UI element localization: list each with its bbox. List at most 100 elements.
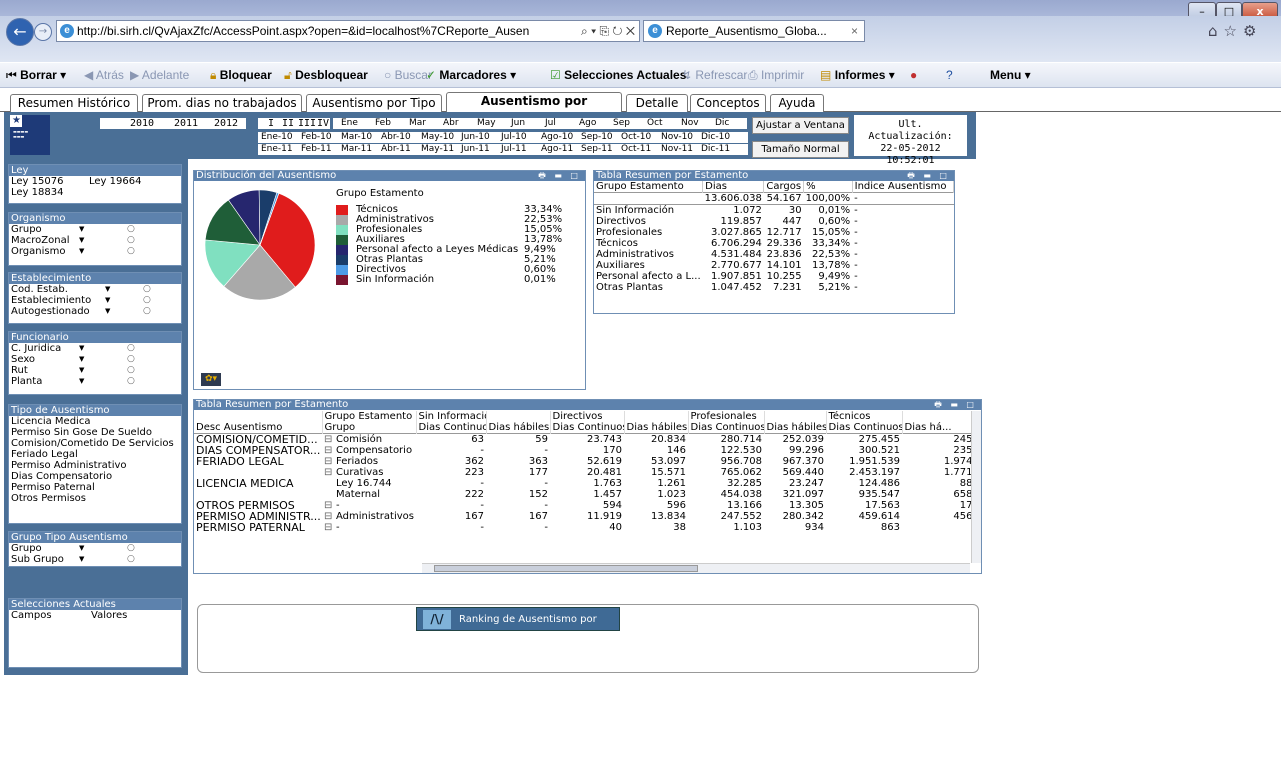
month-year-jun-11[interactable]: Jun-11 xyxy=(461,144,490,155)
month-feb[interactable]: Feb xyxy=(375,118,391,129)
normal-size-button[interactable]: Tamaño Normal xyxy=(752,141,849,158)
organismo-organismo[interactable]: Organismo ▼ ○ xyxy=(9,246,181,257)
table-row[interactable]: Maternal 222 152 1.457 1.023 454.038 321.097 93… xyxy=(194,489,972,500)
month-jun[interactable]: Jun xyxy=(511,118,525,129)
month-year-listbox-2010[interactable]: Ene-10 Feb-10 Mar-10 Abr-10 May-10 Jun-10 Jul-… xyxy=(258,132,748,143)
month-year-listbox-2011[interactable]: Ene-11 Feb-11 Mar-11 Abr-11 May-11 Jun-11 Jul-… xyxy=(258,144,748,155)
table-row[interactable]: PERMISO PATERNAL ⊟- - - 40 38 1.103 934 8636 xyxy=(194,522,972,533)
month-may[interactable]: May xyxy=(477,118,496,129)
month-nov[interactable]: Nov xyxy=(681,118,699,129)
window-controls-icon[interactable]: 🖶 ▬ □ xyxy=(538,171,581,181)
table-row[interactable]: Auxiliares 2.770.677 14.101 13,78% - xyxy=(594,260,954,271)
establecimiento-field[interactable]: Establecimiento ▼ ○ xyxy=(9,295,181,306)
table-row[interactable]: Otras Plantas 1.047.452 7.231 5,21% - xyxy=(594,282,954,293)
month-year-oct-11[interactable]: Oct-11 xyxy=(621,144,651,155)
month-year-feb-10[interactable]: Feb-10 xyxy=(301,132,332,143)
list-item[interactable]: Comision/Cometido De Servicios xyxy=(9,438,181,449)
table-row[interactable]: ⊟ Curativas 223 177 20.481 15.571 765.062 569.4… xyxy=(194,467,972,478)
column-header[interactable]: Grupo xyxy=(322,422,417,434)
list-item[interactable]: Permiso Paternal xyxy=(9,482,181,493)
column-header[interactable]: Dias xyxy=(702,181,765,193)
grupo-field[interactable]: Grupo ▼ ○ xyxy=(9,543,181,554)
list-item[interactable]: Permiso Administrativo xyxy=(9,460,181,471)
month-dic[interactable]: Dic xyxy=(715,118,729,129)
quarter-3[interactable]: III xyxy=(298,118,316,129)
tab-ausentismo-estamento[interactable]: Ausentismo por Estamento xyxy=(446,92,622,124)
fit-window-button[interactable]: Ajustar a Ventana xyxy=(752,117,849,134)
browser-tab[interactable]: e Reporte_Ausentismo_Globa... × xyxy=(643,20,865,42)
month-year-abr-11[interactable]: Abr-11 xyxy=(381,144,411,155)
month-year-may-10[interactable]: May-10 xyxy=(421,132,454,143)
column-header[interactable]: % xyxy=(803,181,853,193)
table-row[interactable]: LICENCIA MEDICA Ley 16.744 - - 1.763 1.261 32.… xyxy=(194,478,972,489)
year-2010[interactable]: 2010 xyxy=(130,118,154,129)
month-year-dic-11[interactable]: Dic-11 xyxy=(701,144,730,155)
toolbar-adelante[interactable]: ▶ Adelante xyxy=(130,68,189,82)
year-2012[interactable]: 2012 xyxy=(214,118,238,129)
month-year-ago-10[interactable]: Ago-10 xyxy=(541,132,573,143)
list-item[interactable]: Dias Compensatorio xyxy=(9,471,181,482)
ley-15076[interactable]: Ley 15076 xyxy=(11,176,63,187)
toolbar-marcadores[interactable]: ✓ Marcadores ▾ xyxy=(426,68,516,82)
month-year-nov-10[interactable]: Nov-10 xyxy=(661,132,693,143)
organismo-macrozonal[interactable]: MacroZonal ▼ ○ xyxy=(9,235,181,246)
quarter-1[interactable]: I xyxy=(268,118,274,129)
ley-19664[interactable]: Ley 19664 xyxy=(89,176,141,187)
month-oct[interactable]: Oct xyxy=(647,118,663,129)
tab-detalle[interactable]: Detalle xyxy=(626,94,688,112)
toolbar-menu[interactable]: Menu ▾ xyxy=(990,68,1031,82)
window-controls-icon[interactable]: 🖶 ▬ □ xyxy=(907,171,950,181)
table-row[interactable]: Personal afecto a L... 1.907.851 10.255 9,4… xyxy=(594,271,954,282)
horizontal-scrollbar[interactable] xyxy=(422,563,970,573)
table-row[interactable]: Profesionales 3.027.865 12.717 15,05% - xyxy=(594,227,954,238)
table-row[interactable]: Administrativos 4.531.484 23.836 22,53% - xyxy=(594,249,954,260)
column-header[interactable]: Dias Continuos xyxy=(550,422,625,434)
quarter-listbox[interactable]: I II III IV xyxy=(258,118,330,129)
ley-18834[interactable]: Ley 18834 xyxy=(9,187,181,198)
month-year-jul-11[interactable]: Jul-11 xyxy=(501,144,527,155)
toolbar-bloquear[interactable]: 🔒︎ Bloquear xyxy=(210,68,272,83)
month-year-may-11[interactable]: May-11 xyxy=(421,144,454,155)
table-row[interactable]: PERMISO ADMINISTR... ⊟ Administrativos 167 1… xyxy=(194,511,972,522)
month-year-dic-10[interactable]: Dic-10 xyxy=(701,132,730,143)
column-header[interactable]: Dias há... xyxy=(902,422,972,434)
column-header[interactable]: Grupo Estamento xyxy=(594,181,704,193)
list-item[interactable]: Licencia Medica xyxy=(9,416,181,427)
month-year-jun-10[interactable]: Jun-10 xyxy=(461,132,490,143)
ranking-button[interactable]: /\/ Ranking de Ausentismo por Es... xyxy=(416,607,620,649)
month-jul[interactable]: Jul xyxy=(545,118,556,129)
month-sep[interactable]: Sep xyxy=(613,118,630,129)
column-header[interactable]: Índice Ausentismo xyxy=(852,181,955,193)
month-year-mar-11[interactable]: Mar-11 xyxy=(341,144,372,155)
year-2011[interactable]: 2011 xyxy=(174,118,198,129)
tab-prom-dias[interactable]: Prom. dias no trabajados xyxy=(142,94,302,112)
toolbar-informes[interactable]: ▤ Informes ▾ xyxy=(820,68,895,82)
month-abr[interactable]: Abr xyxy=(443,118,459,129)
table-row[interactable]: Directivos 119.857 447 0,60% - xyxy=(594,216,954,227)
month-mar[interactable]: Mar xyxy=(409,118,426,129)
table-row[interactable]: Sin Información 1.072 30 0,01% - xyxy=(594,205,954,217)
list-item[interactable]: Feriado Legal xyxy=(9,449,181,460)
c-juridica-field[interactable]: C. Juridica ▼ ○ xyxy=(9,343,181,354)
toolbar-selecciones[interactable]: ☑ Selecciones Actuales xyxy=(550,68,686,82)
month-year-mar-10[interactable]: Mar-10 xyxy=(341,132,372,143)
column-header[interactable]: Dias hábiles xyxy=(624,422,689,434)
column-header[interactable]: Cargos xyxy=(763,181,805,193)
address-controls-icon[interactable]: ⌕ ▾ ⎘ ↻ ✕ xyxy=(581,21,635,41)
window-controls-icon[interactable]: 🖶 ▬ □ xyxy=(934,400,977,410)
chart-menu-icon[interactable]: ✿▾ xyxy=(201,373,221,386)
month-year-feb-11[interactable]: Feb-11 xyxy=(301,144,332,155)
toolbar-imprimir[interactable]: ⎙ Imprimir xyxy=(748,68,804,83)
month-listbox[interactable]: Ene Feb Mar Abr May Jun Jul Ago Sep Oct Nov Dic xyxy=(333,118,747,129)
list-item[interactable]: Permiso Sin Gose De Sueldo xyxy=(9,427,181,438)
month-year-abr-10[interactable]: Abr-10 xyxy=(381,132,411,143)
tab-ayuda[interactable]: Ayuda xyxy=(770,94,824,112)
tab-ausentismo-tipo[interactable]: Ausentismo por Tipo xyxy=(306,94,442,112)
toolbar-refrescar[interactable]: ↯ Refrescar xyxy=(682,68,747,82)
month-year-sep-11[interactable]: Sep-11 xyxy=(581,144,613,155)
list-item[interactable]: Otros Permisos xyxy=(9,493,181,504)
month-ago[interactable]: Ago xyxy=(579,118,596,129)
column-header[interactable]: Dias hábiles xyxy=(764,422,827,434)
month-year-sep-10[interactable]: Sep-10 xyxy=(581,132,613,143)
tab-resumen-historico[interactable]: Resumen Histórico xyxy=(10,94,138,112)
